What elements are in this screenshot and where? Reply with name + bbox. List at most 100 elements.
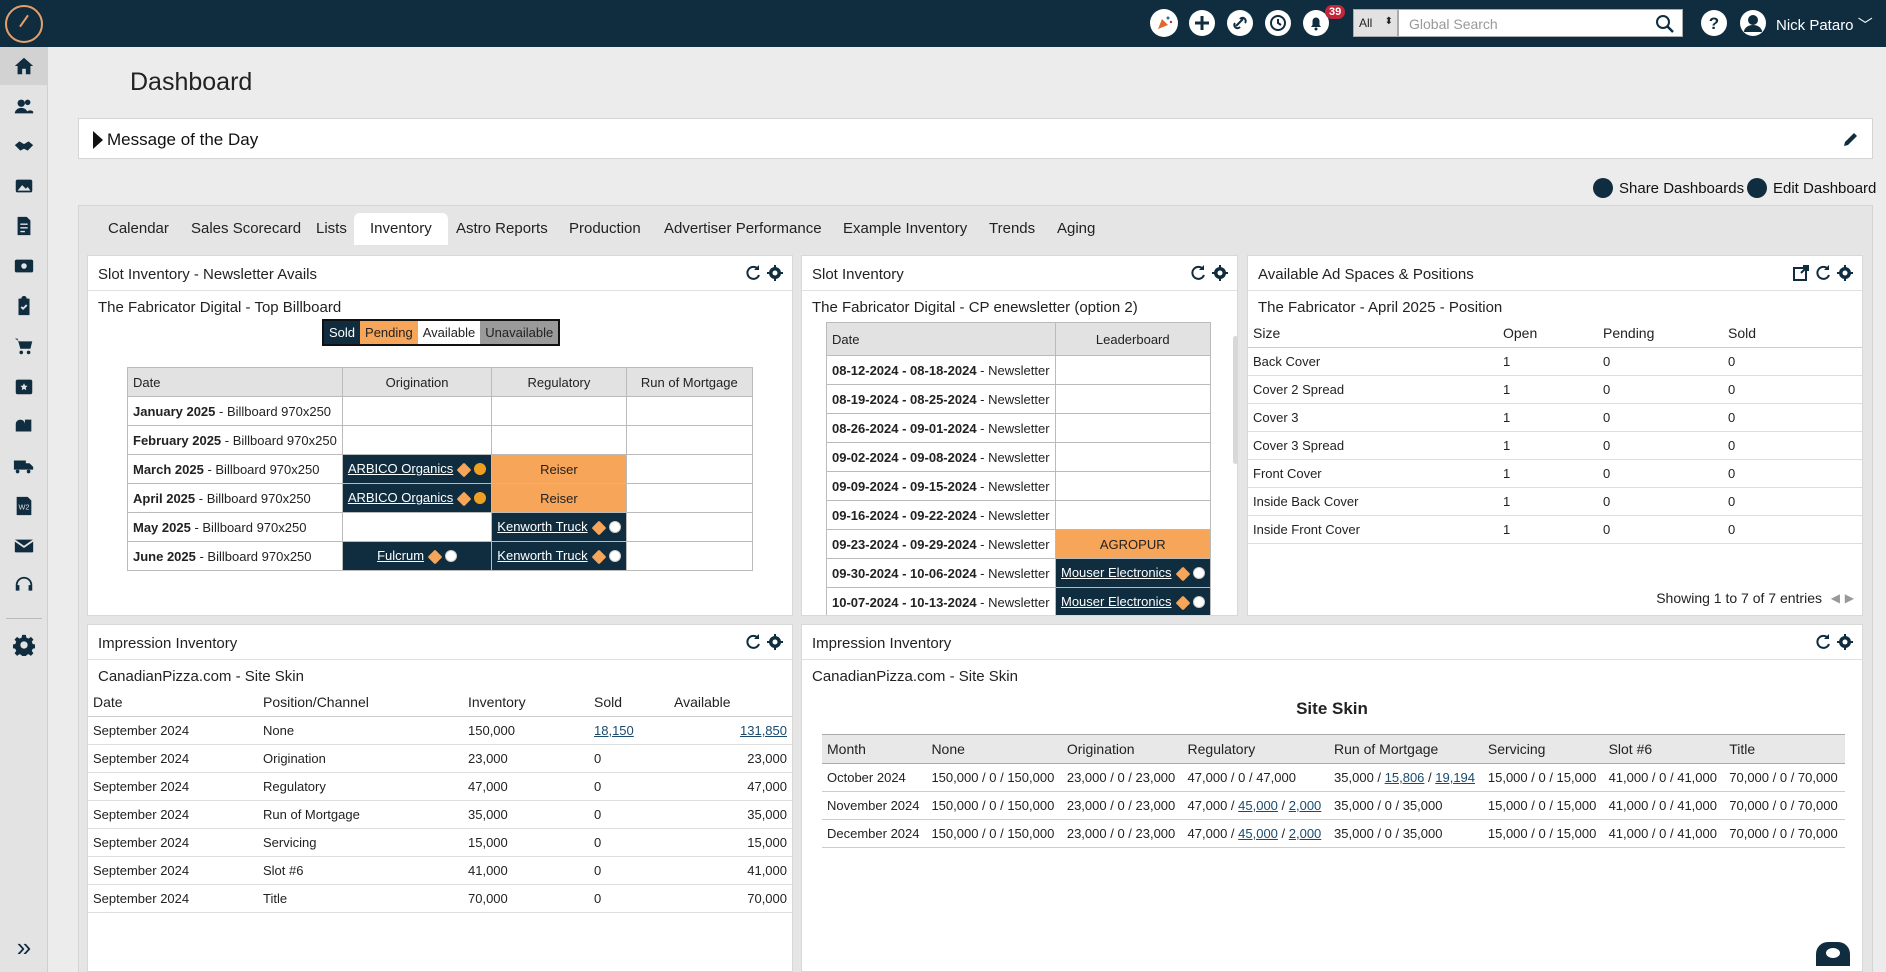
leaderboard-cell[interactable] <box>1054 471 1212 501</box>
leaderboard-cell[interactable] <box>1054 384 1212 414</box>
leaderboard-cell[interactable] <box>1054 442 1212 472</box>
advertiser-link[interactable]: Mouser Electronics <box>1061 594 1172 609</box>
search-icon[interactable] <box>1655 14 1675 34</box>
slot-cell[interactable]: Kenworth Truck <box>491 512 627 542</box>
external-link-icon[interactable] <box>1792 264 1810 282</box>
leaderboard-cell[interactable]: AGROPUR <box>1054 529 1212 559</box>
leaderboard-cell[interactable] <box>1054 500 1212 530</box>
slot-cell[interactable] <box>491 396 627 426</box>
slot-cell[interactable]: ARBICO Organics <box>341 483 493 513</box>
celebration-icon[interactable] <box>1150 9 1178 37</box>
chat-widget-icon[interactable] <box>1816 942 1850 966</box>
settings-icon[interactable] <box>0 626 48 664</box>
handshake-icon[interactable] <box>0 127 48 165</box>
gear-icon[interactable] <box>1211 264 1229 282</box>
column-header[interactable]: Open <box>1498 319 1598 348</box>
app-logo[interactable] <box>5 5 43 43</box>
document-icon[interactable] <box>0 207 48 245</box>
tab-inventory[interactable]: Inventory <box>354 213 448 248</box>
advertiser-link[interactable]: ARBICO Organics <box>348 490 453 505</box>
slot-cell[interactable]: Reiser <box>491 454 627 484</box>
tag-icon[interactable] <box>456 462 472 478</box>
share-dashboards-link[interactable]: Share Dashboards <box>1593 178 1744 198</box>
leaderboard-cell[interactable] <box>1054 355 1212 385</box>
tag-icon[interactable] <box>591 549 607 565</box>
slot-cell[interactable]: ARBICO Organics <box>341 454 493 484</box>
slot-cell[interactable] <box>491 425 627 455</box>
mail-icon[interactable] <box>0 527 48 565</box>
support-icon[interactable] <box>0 567 48 605</box>
slot-cell[interactable] <box>341 425 493 455</box>
slot-cell[interactable] <box>341 512 493 542</box>
slot-cell[interactable]: Kenworth Truck <box>491 541 627 571</box>
value-link[interactable]: 2,000 <box>1289 826 1322 841</box>
tab-calendar[interactable]: Calendar <box>108 220 169 237</box>
value-link[interactable]: 18,150 <box>594 723 634 738</box>
value-link[interactable]: 15,806 <box>1385 770 1425 785</box>
next-page-icon[interactable]: ▶ <box>1845 591 1854 605</box>
link-icon[interactable] <box>1226 9 1254 37</box>
previous-page-icon[interactable]: ◀ <box>1831 591 1840 605</box>
slot-cell[interactable]: Reiser <box>491 483 627 513</box>
refresh-icon[interactable] <box>744 264 762 282</box>
calendar-icon[interactable] <box>0 367 48 405</box>
slot-cell[interactable] <box>625 396 754 426</box>
message-of-the-day-panel[interactable]: Message of the Day <box>78 118 1873 159</box>
advertiser-link[interactable]: Kenworth Truck <box>497 519 587 534</box>
tag-icon[interactable] <box>1175 566 1190 582</box>
leaderboard-cell[interactable]: Mouser Electronics <box>1054 558 1212 588</box>
edit-dashboard-link[interactable]: Edit Dashboard <box>1747 178 1876 198</box>
tax-form-icon[interactable]: W2 <box>0 487 48 525</box>
tab-production[interactable]: Production <box>569 220 641 237</box>
value-link[interactable]: 19,194 <box>1435 770 1475 785</box>
home-icon[interactable] <box>0 47 48 85</box>
gear-icon[interactable] <box>1836 264 1854 282</box>
tag-icon[interactable] <box>456 491 472 507</box>
column-header[interactable]: Sold <box>1723 319 1862 348</box>
help-icon[interactable]: ? <box>1700 9 1728 37</box>
expand-arrow-icon[interactable] <box>93 131 103 149</box>
slot-cell[interactable] <box>625 541 754 571</box>
mailbox-icon[interactable] <box>0 407 48 445</box>
tag-icon[interactable] <box>591 520 607 536</box>
leaderboard-cell[interactable]: Mouser Electronics <box>1054 587 1212 615</box>
slot-cell[interactable] <box>625 483 754 513</box>
cart-icon[interactable] <box>0 327 48 365</box>
column-header[interactable]: Size <box>1248 319 1498 348</box>
tab-advertiser-performance[interactable]: Advertiser Performance <box>664 220 822 237</box>
avatar[interactable] <box>1739 9 1767 37</box>
tab-lists[interactable]: Lists <box>316 220 347 237</box>
tab-aging[interactable]: Aging <box>1057 220 1095 237</box>
finance-icon[interactable] <box>0 247 48 285</box>
tab-sales-scorecard[interactable]: Sales Scorecard <box>191 220 301 237</box>
gear-icon[interactable] <box>766 633 784 651</box>
media-icon[interactable] <box>0 167 48 205</box>
user-menu[interactable]: Nick Pataro ﹀ <box>1776 14 1873 35</box>
contacts-icon[interactable] <box>0 87 48 125</box>
slot-cell[interactable]: Fulcrum <box>341 541 493 571</box>
advertiser-link[interactable]: ARBICO Organics <box>348 461 453 476</box>
advertiser-link[interactable]: Kenworth Truck <box>497 548 587 563</box>
value-link[interactable]: 45,000 <box>1238 798 1278 813</box>
scrollbar[interactable] <box>1233 336 1237 464</box>
value-link[interactable]: 45,000 <box>1238 826 1278 841</box>
edit-pencil-icon[interactable] <box>1842 130 1860 148</box>
history-icon[interactable] <box>1264 9 1292 37</box>
value-link[interactable]: 131,850 <box>740 723 787 738</box>
slot-cell[interactable] <box>625 512 754 542</box>
column-header[interactable]: Pending <box>1598 319 1723 348</box>
expand-sidebar-icon[interactable]: » <box>0 928 48 966</box>
advertiser-link[interactable]: Mouser Electronics <box>1061 565 1172 580</box>
refresh-icon[interactable] <box>744 633 762 651</box>
advertiser-link[interactable]: Fulcrum <box>377 548 424 563</box>
value-link[interactable]: 2,000 <box>1289 798 1322 813</box>
tag-icon[interactable] <box>427 549 443 565</box>
tab-trends[interactable]: Trends <box>989 220 1035 237</box>
truck-icon[interactable] <box>0 447 48 485</box>
global-search-input[interactable]: Global Search <box>1398 9 1683 37</box>
refresh-icon[interactable] <box>1189 264 1207 282</box>
tab-astro-reports[interactable]: Astro Reports <box>456 220 548 237</box>
tag-icon[interactable] <box>1175 595 1190 611</box>
gear-icon[interactable] <box>1836 633 1854 651</box>
leaderboard-cell[interactable] <box>1054 413 1212 443</box>
